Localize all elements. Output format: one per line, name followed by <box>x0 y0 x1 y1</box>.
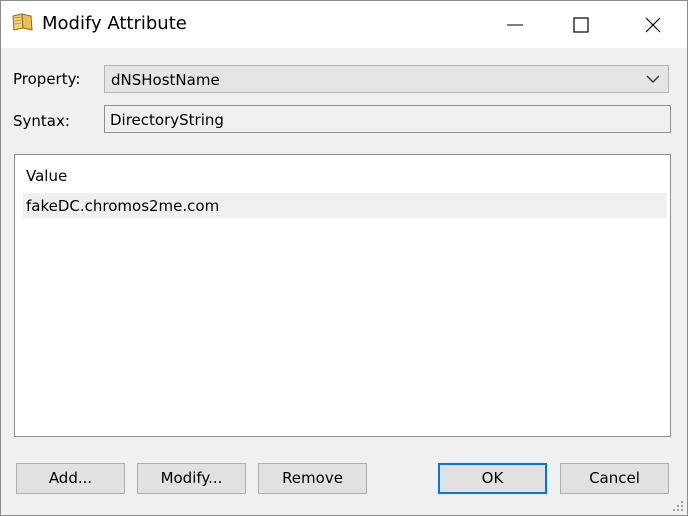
list-item[interactable]: fakeDC.chromos2me.com <box>23 193 667 218</box>
remove-button[interactable]: Remove <box>258 463 367 494</box>
property-dropdown[interactable]: dNSHostName <box>104 65 669 93</box>
value-column-header[interactable]: Value <box>26 167 67 185</box>
minimize-icon <box>507 24 523 26</box>
maximize-icon <box>573 17 589 33</box>
close-button[interactable] <box>630 1 676 48</box>
add-button[interactable]: Add... <box>16 463 125 494</box>
list-item-text: fakeDC.chromos2me.com <box>26 197 220 215</box>
resize-grip-icon[interactable] <box>672 500 684 512</box>
close-icon <box>645 17 661 33</box>
property-value: dNSHostName <box>111 71 220 89</box>
syntax-field: DirectoryString <box>104 105 671 133</box>
ok-button[interactable]: OK <box>438 463 547 494</box>
syntax-label: Syntax: <box>13 112 70 130</box>
values-listbox[interactable]: Value fakeDC.chromos2me.com <box>14 154 671 437</box>
minimize-button[interactable] <box>492 1 538 48</box>
window-title: Modify Attribute <box>42 13 187 34</box>
cancel-button[interactable]: Cancel <box>560 463 669 494</box>
syntax-value: DirectoryString <box>110 111 224 129</box>
modify-button[interactable]: Modify... <box>137 463 246 494</box>
property-label: Property: <box>13 70 81 88</box>
maximize-button[interactable] <box>558 1 604 48</box>
modify-attribute-dialog: Modify Attribute Property: dNSHostName S… <box>0 0 688 516</box>
title-bar[interactable]: Modify Attribute <box>1 1 687 48</box>
chevron-down-icon <box>646 75 660 83</box>
book-icon <box>11 12 35 32</box>
